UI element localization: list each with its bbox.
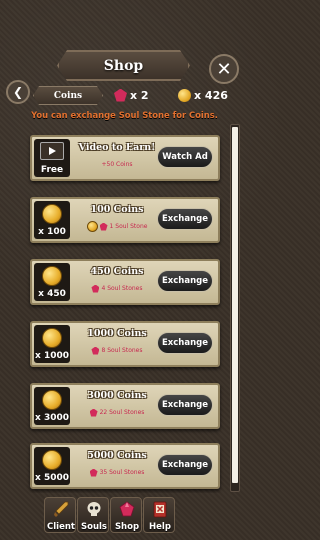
bottom-nav: Client Souls Shop Help	[44, 497, 204, 537]
shop-item-coins: x 5000 5000 Coins 35 Soul Stones Exchang…	[30, 443, 220, 489]
coin-icon	[42, 266, 62, 286]
page-title: Shop	[103, 57, 144, 74]
tab-coins-label: Coins	[53, 90, 83, 101]
item-quantity-label: x 1000	[35, 351, 69, 361]
exchange-button[interactable]: Exchange	[157, 394, 213, 416]
exchange-button[interactable]: Exchange	[157, 332, 213, 354]
nav-client-button[interactable]: Client	[44, 497, 76, 533]
item-subtitle: 8 Soul Stones	[101, 347, 143, 354]
item-title: 100 Coins	[90, 204, 144, 215]
item-cost: 35 Soul Stones	[77, 467, 157, 478]
coin-count: x 426	[194, 88, 228, 102]
item-quantity-label: x 5000	[35, 473, 69, 483]
coin-icon	[42, 390, 62, 410]
scrollbar-thumb[interactable]	[232, 127, 238, 483]
book-icon	[153, 501, 167, 518]
item-subtitle: 1 Soul Stone	[109, 223, 148, 230]
item-cost: 8 Soul Stones	[77, 345, 157, 356]
nav-help-label: Help	[149, 522, 171, 532]
gem-icon	[119, 501, 135, 517]
item-icon-box: Free	[34, 139, 70, 177]
item-icon-box: x 100	[34, 201, 70, 239]
item-quantity-label: x 450	[38, 289, 66, 299]
video-icon	[40, 142, 64, 160]
item-cost: 4 Soul Stones	[77, 283, 157, 294]
back-arrow-icon: ❮	[12, 85, 24, 99]
exchange-button[interactable]: Exchange	[157, 454, 213, 476]
soul-stone-icon	[91, 284, 100, 293]
shop-item-coins: x 1000 1000 Coins 8 Soul Stones Exchange	[30, 321, 220, 367]
item-title: 3000 Coins	[87, 390, 147, 401]
item-cost: 22 Soul Stones	[77, 407, 157, 418]
item-icon-box: x 3000	[34, 387, 70, 425]
item-reward: +50 Coins	[77, 159, 157, 170]
close-icon: ✕	[216, 58, 232, 80]
close-button[interactable]: ✕	[209, 54, 239, 84]
item-subtitle: 4 Soul Stones	[101, 285, 143, 292]
coin-icon	[42, 204, 62, 224]
nav-shop-button[interactable]: Shop	[110, 497, 142, 533]
sword-icon	[54, 501, 69, 517]
item-title: 450 Coins	[90, 266, 144, 277]
nav-souls-button[interactable]: Souls	[77, 497, 109, 533]
tab-coins[interactable]: Coins	[33, 86, 103, 105]
shop-item-coins: x 450 450 Coins 4 Soul Stones Exchange	[30, 259, 220, 305]
item-quantity-label: x 3000	[35, 413, 69, 423]
shop-item-list[interactable]: Free Video to Earn! +50 Coins Watch Ad x…	[0, 125, 249, 493]
item-cost: 1 Soul Stone	[77, 221, 157, 232]
exchange-button[interactable]: Exchange	[157, 208, 213, 230]
shop-item-coins: x 3000 3000 Coins 22 Soul Stones Exchang…	[30, 383, 220, 429]
shop-title-banner: Shop	[57, 50, 190, 81]
soul-stone-icon	[89, 468, 98, 477]
gem-count: x 2	[130, 88, 149, 102]
coin-icon	[86, 221, 98, 232]
list-scrollbar[interactable]	[230, 124, 240, 492]
item-quantity-label: x 100	[38, 227, 66, 237]
watch-ad-button[interactable]: Watch Ad	[157, 146, 213, 168]
nav-help-button[interactable]: Help	[143, 497, 175, 533]
skull-icon	[87, 502, 101, 516]
soul-stone-icon	[91, 346, 100, 355]
item-title: 1000 Coins	[87, 328, 147, 339]
item-title: Video to Earn!	[78, 142, 156, 153]
exchange-info-text: You can exchange Soul Stone for Coins.	[31, 110, 218, 120]
soul-stone-icon	[99, 222, 108, 231]
back-button[interactable]: ❮	[6, 80, 30, 104]
item-quantity-label: Free	[40, 165, 64, 175]
item-title: 5000 Coins	[87, 450, 147, 461]
shop-item-video: Free Video to Earn! +50 Coins Watch Ad	[30, 135, 220, 181]
coin-icon	[42, 328, 62, 348]
item-icon-box: x 450	[34, 263, 70, 301]
exchange-button[interactable]: Exchange	[157, 270, 213, 292]
coin-icon	[42, 450, 62, 470]
item-subtitle: 35 Soul Stones	[99, 469, 145, 476]
soul-stone-icon	[89, 408, 98, 417]
item-icon-box: x 5000	[34, 447, 70, 485]
item-subtitle: 22 Soul Stones	[99, 409, 145, 416]
item-subtitle: +50 Coins	[101, 161, 133, 168]
gem-icon	[114, 88, 127, 102]
gem-balance: x 2	[114, 87, 149, 103]
item-icon-box: x 1000	[34, 325, 70, 363]
coin-balance: x 426	[178, 87, 228, 103]
coin-icon	[178, 88, 191, 102]
shop-item-coins: x 100 100 Coins 1 Soul Stone Exchange	[30, 197, 220, 243]
